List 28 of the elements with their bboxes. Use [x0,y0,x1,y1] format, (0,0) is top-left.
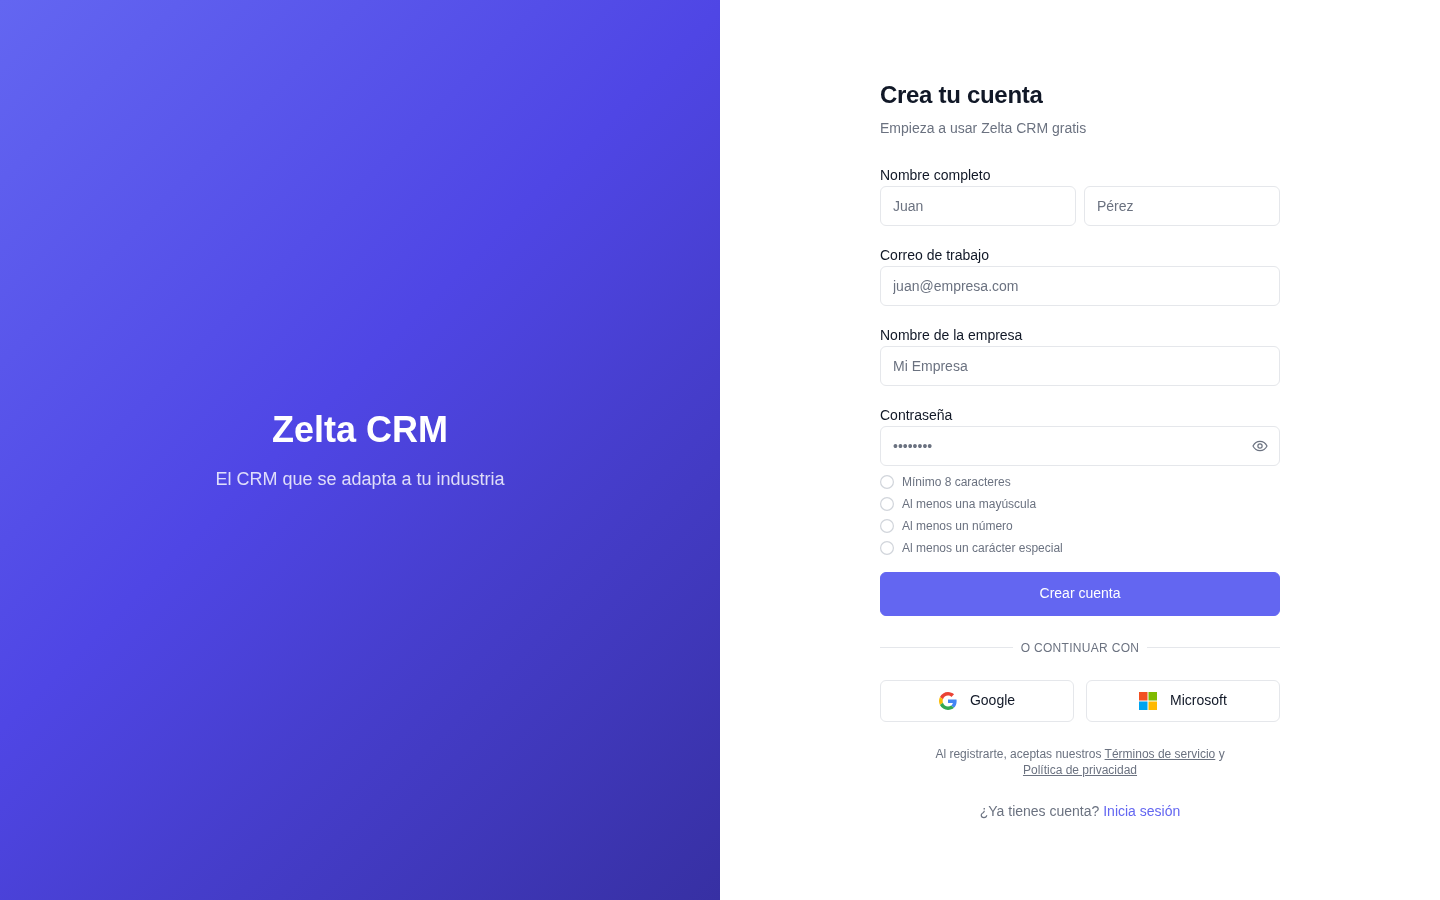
policy-link[interactable]: Política de privacidad [1022,762,1138,777]
divider-text: O CONTINUAR CON [1020,639,1140,656]
form-subtitle: Empieza a usar Zelta CRM gratis [880,118,1088,138]
input-field[interactable]: Pérez [1084,185,1280,226]
input-field[interactable]: Juan [880,185,1076,226]
social-login-button[interactable]: Google [880,679,1074,722]
brand-title: Zelta CRM [272,408,448,451]
signin-prompt: ¿Ya tienes cuenta? Inicia sesión [978,801,1182,821]
field-label: Correo de trabajo [880,245,990,265]
requirement-text: Mínimo 8 caracteres [902,473,1011,490]
form-title: Crea tu cuenta [880,79,1044,109]
terms-text: Al registrarte, aceptas nuestros Términos de servicio y Política de privacidad [934,745,1226,778]
field-label: Nombre completo [880,165,992,185]
requirement-text: Al menos una mayúscula [902,495,1037,512]
requirement-text: Al menos un número [902,517,1013,534]
policy-link[interactable]: Términos de servicio [1104,746,1216,761]
social-login-button[interactable]: Microsoft [1086,679,1280,722]
four-squares-icon [1139,691,1158,710]
brand-tagline: El CRM que se adapta a tu industria [215,468,505,491]
field-label: Nombre de la empresa [880,325,1024,345]
create-account-button[interactable]: Crear cuenta [880,571,1280,616]
input-field[interactable]: Mi Empresa [880,345,1280,386]
multicolor-g-icon [938,691,957,710]
input-field[interactable]: •••••••• [880,425,1280,466]
signin-link[interactable]: Inicia sesión [1103,802,1181,819]
input-field[interactable]: juan@empresa.com [880,265,1280,306]
field-label: Contraseña [880,405,954,425]
requirement-text: Al menos un carácter especial [902,539,1063,556]
